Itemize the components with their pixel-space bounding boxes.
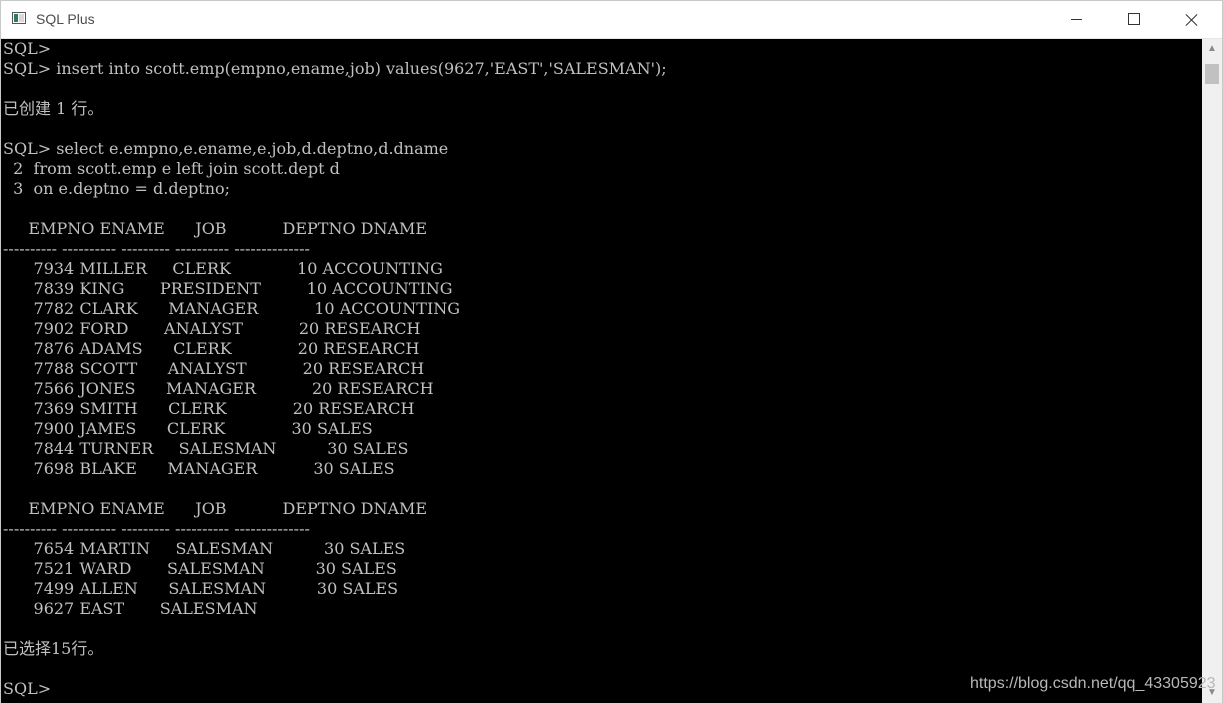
sqlplus-app-icon[interactable] [12, 12, 26, 24]
title-bar[interactable]: SQL Plus [1, 1, 1222, 39]
console-line: 7839 KING PRESIDENT 10 ACCOUNTING [3, 279, 453, 298]
console-line: 7499 ALLEN SALESMAN 30 SALES [3, 579, 399, 598]
sqlplus-window: SQL Plus SQL> SQL> insert into scott.emp(… [0, 0, 1223, 703]
console-line: 9627 EAST SALESMAN [3, 599, 258, 618]
console-line: SQL> [3, 39, 52, 58]
minimize-button[interactable] [1047, 1, 1105, 38]
console-line: 7902 FORD ANALYST 20 RESEARCH [3, 319, 421, 338]
console-line: 7521 WARD SALESMAN 30 SALES [3, 559, 397, 578]
console-line: SQL> insert into scott.emp(empno,ename,j… [3, 59, 667, 78]
console-line: 7788 SCOTT ANALYST 20 RESEARCH [3, 359, 425, 378]
console-lines: SQL> SQL> insert into scott.emp(empno,ena… [3, 39, 667, 699]
console-line: SQL> select e.empno,e.ename,e.job,d.dept… [3, 139, 449, 158]
console-line: 7934 MILLER CLERK 10 ACCOUNTING [3, 259, 443, 278]
minimize-icon [1071, 19, 1082, 20]
console-output[interactable]: SQL> SQL> insert into scott.emp(empno,ena… [1, 39, 1202, 703]
console-line: SQL> [3, 679, 52, 698]
maximize-icon [1128, 13, 1140, 25]
console-line: ---------- ---------- --------- --------… [3, 519, 310, 538]
console-line: 7844 TURNER SALESMAN 30 SALES [3, 439, 409, 458]
console-line: 7654 MARTIN SALESMAN 30 SALES [3, 539, 406, 558]
console-line: ---------- ---------- --------- --------… [3, 239, 310, 258]
console-line: 已创建 1 行。 [3, 99, 104, 118]
console-line: 3 on e.deptno = d.deptno; [3, 179, 231, 198]
console-line: EMPNO ENAME JOB DEPTNO DNAME [3, 219, 428, 238]
vertical-scrollbar[interactable]: ▲ ▼ [1202, 39, 1222, 703]
scrollbar-thumb[interactable] [1205, 64, 1219, 84]
console-line: 7566 JONES MANAGER 20 RESEARCH [3, 379, 434, 398]
close-button[interactable] [1163, 1, 1221, 38]
console-line: 7369 SMITH CLERK 20 RESEARCH [3, 399, 415, 418]
close-icon [1185, 13, 1199, 27]
console-line: 7698 BLAKE MANAGER 30 SALES [3, 459, 395, 478]
console-line: 2 from scott.emp e left join scott.dept … [3, 159, 340, 178]
console-line: 7900 JAMES CLERK 30 SALES [3, 419, 373, 438]
console-line: 已选择15行。 [3, 639, 104, 658]
console-line: 7876 ADAMS CLERK 20 RESEARCH [3, 339, 420, 358]
maximize-button[interactable] [1105, 1, 1163, 38]
scroll-up-arrow-icon[interactable]: ▲ [1202, 39, 1222, 59]
window-title: SQL Plus [36, 11, 95, 27]
watermark-text: https://blog.csdn.net/qq_43305923 [970, 675, 1216, 692]
console-line: 7782 CLARK MANAGER 10 ACCOUNTING [3, 299, 461, 318]
console-line: EMPNO ENAME JOB DEPTNO DNAME [3, 499, 428, 518]
